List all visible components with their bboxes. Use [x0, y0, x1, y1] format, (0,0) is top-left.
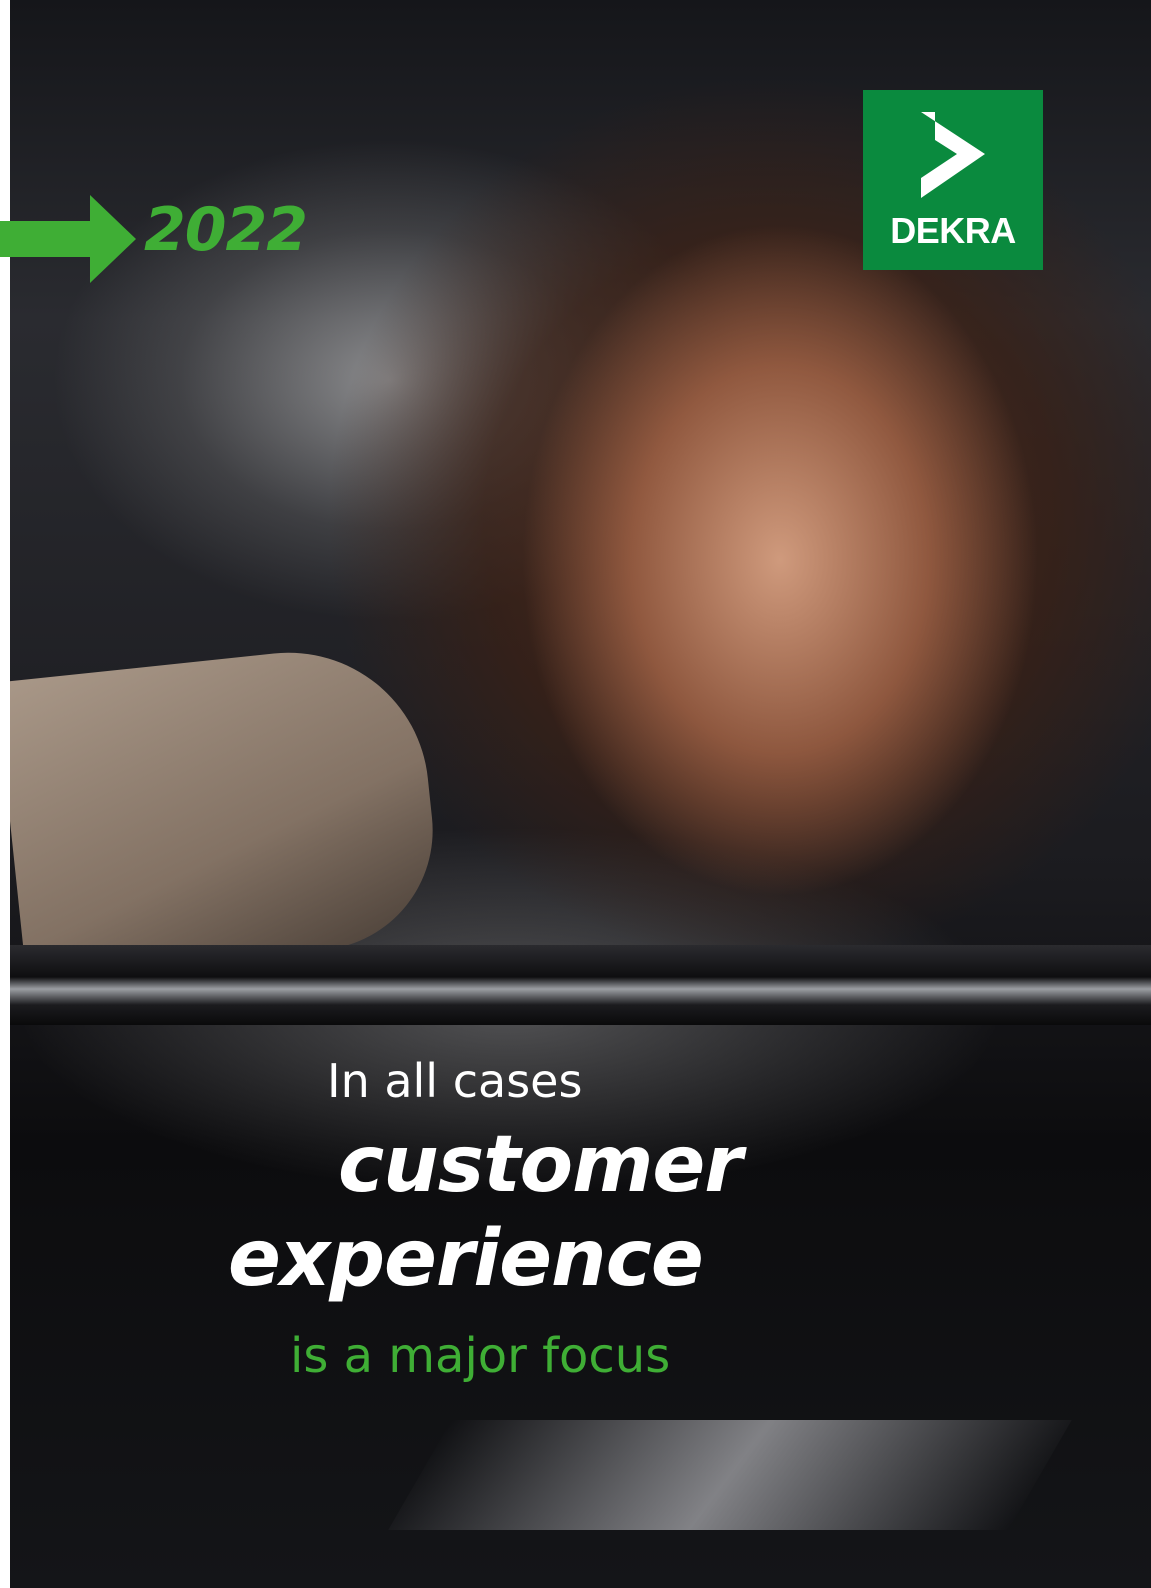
report-year: 2022	[144, 195, 308, 265]
dekra-logo: DEKRA	[863, 90, 1043, 270]
report-cover: DEKRA 2022 In all cases customer experie…	[0, 0, 1151, 1588]
car-window-frame	[10, 945, 1151, 1025]
green-arrow-icon	[0, 195, 136, 283]
logo-wordmark: DEKRA	[890, 210, 1016, 251]
photo-arm-detail	[0, 638, 445, 982]
dekra-play-icon	[921, 112, 985, 198]
car-door-reflection	[388, 1420, 1072, 1530]
